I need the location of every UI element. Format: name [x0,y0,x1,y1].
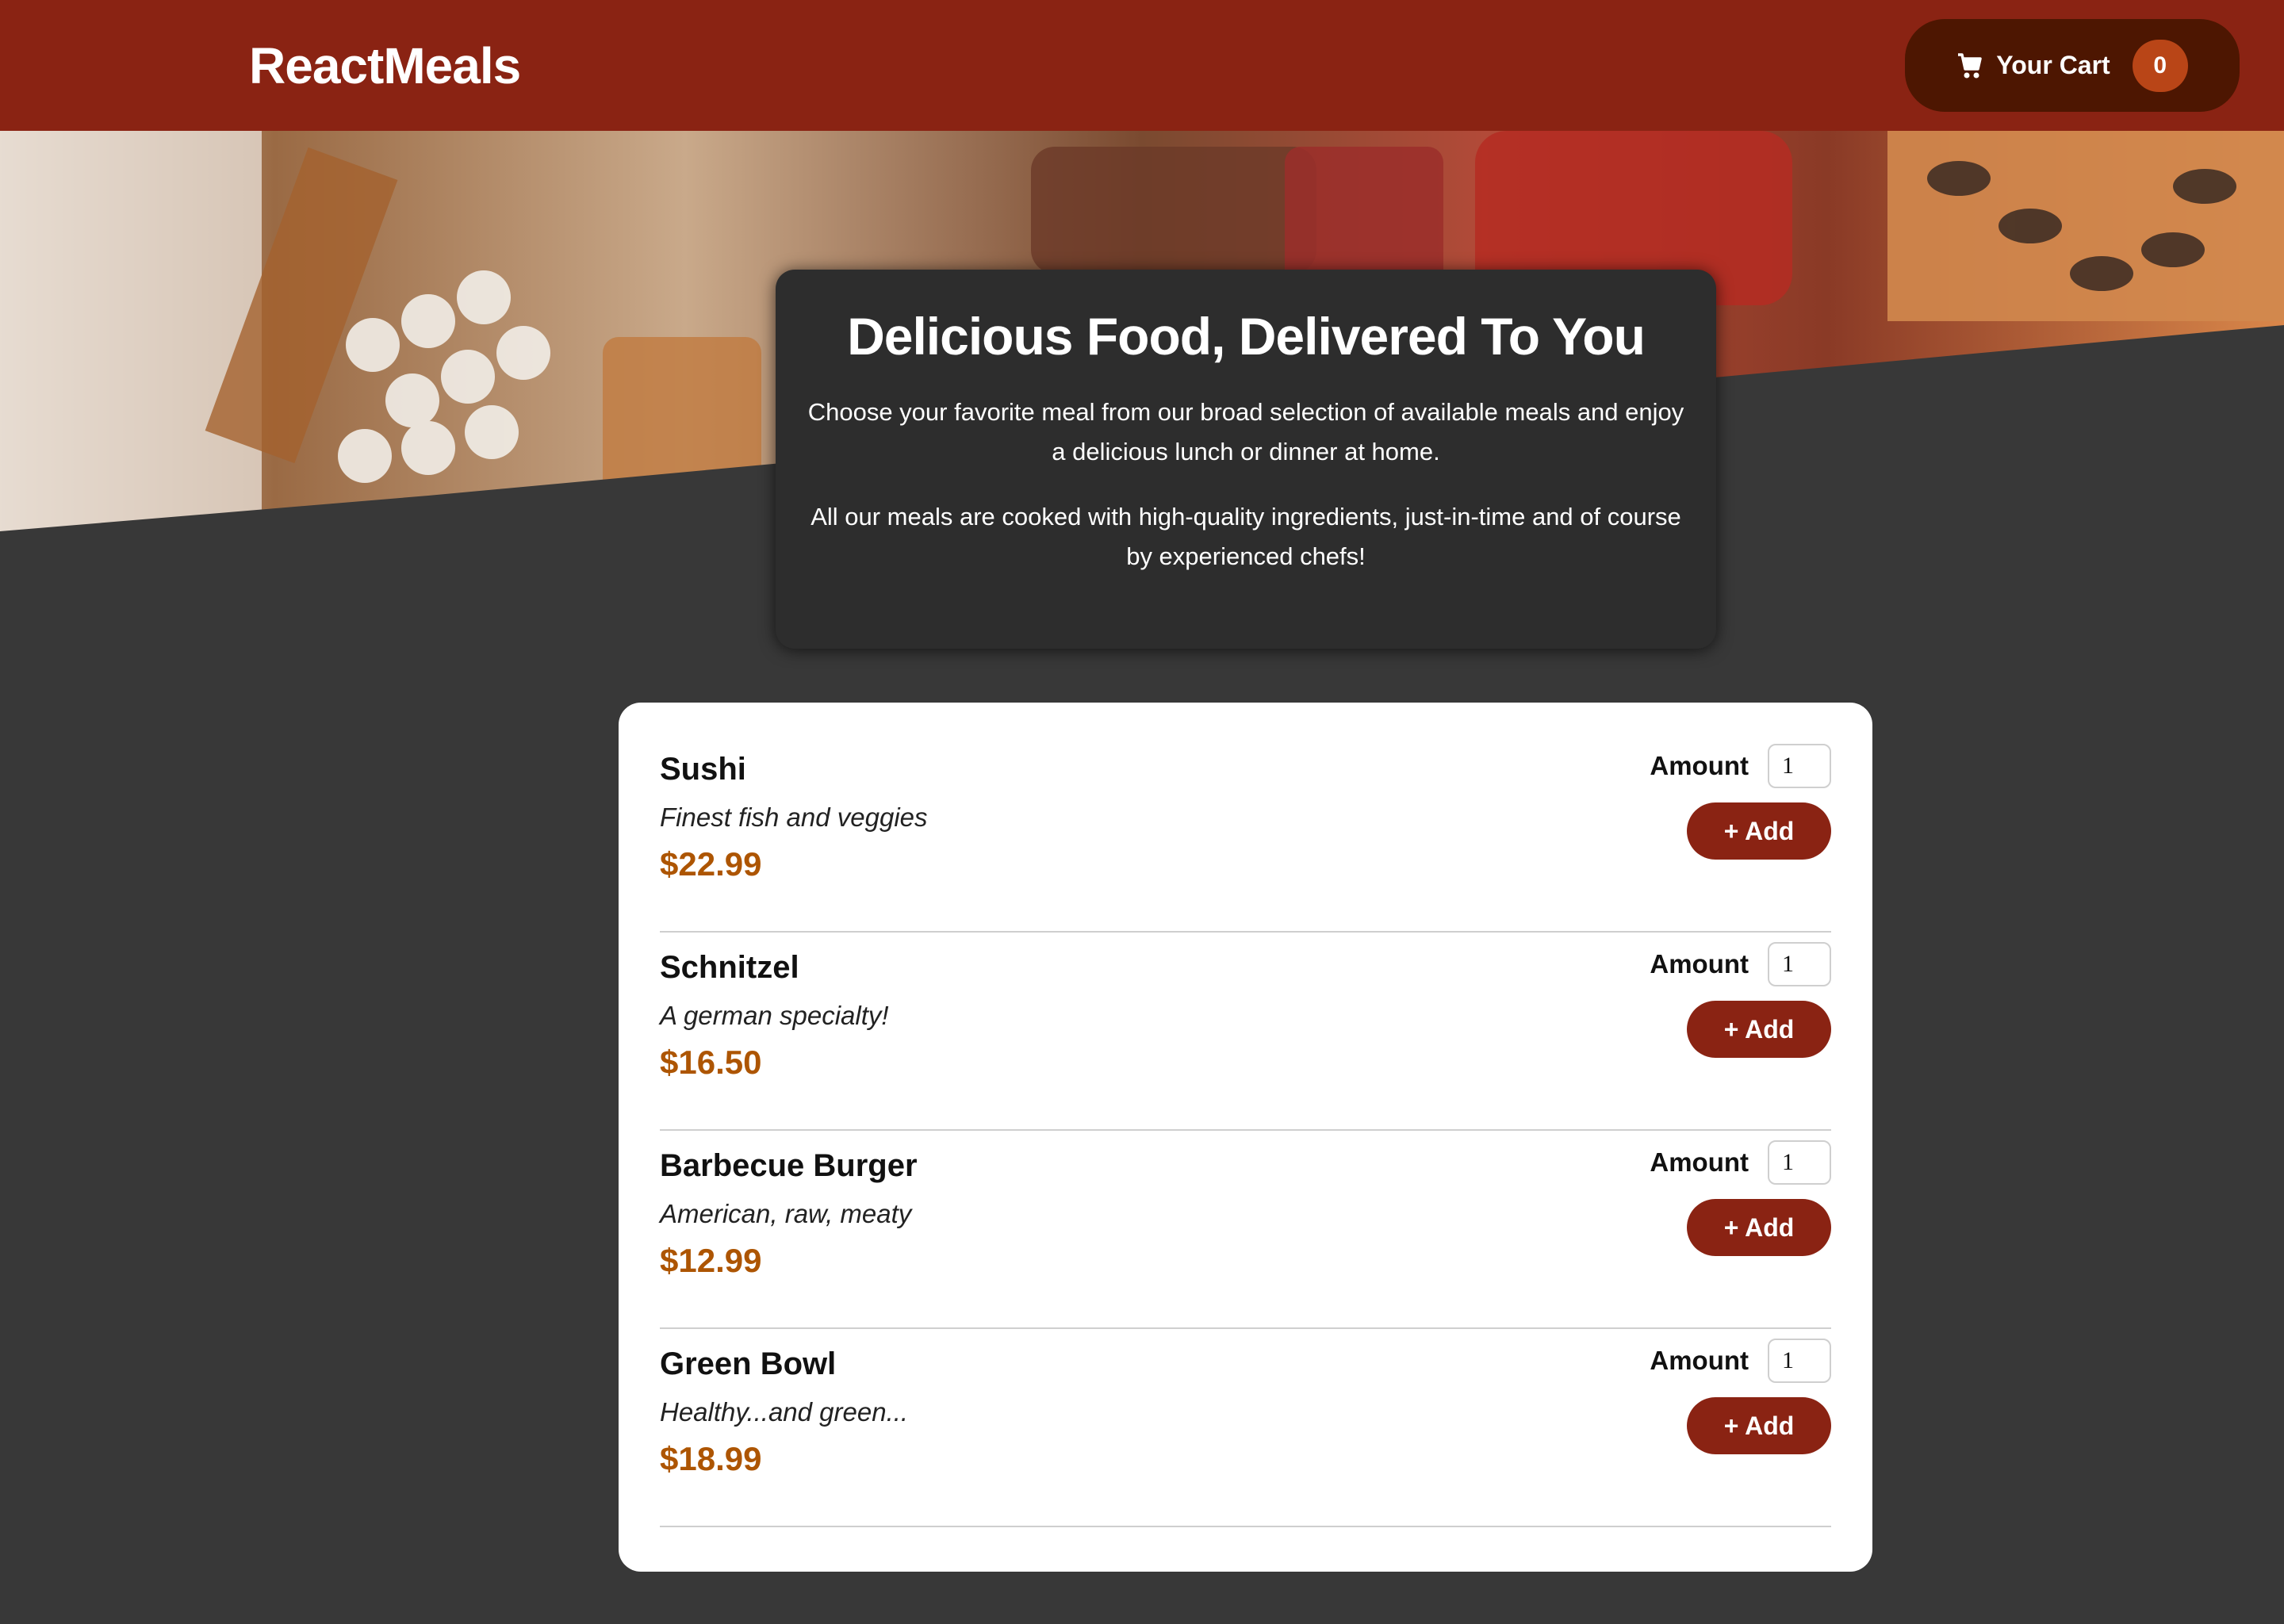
summary-card: Delicious Food, Delivered To You Choose … [776,270,1716,649]
amount-input[interactable] [1768,1339,1831,1383]
meal-item: Schnitzel A german specialty! $16.50 Amo… [660,933,1831,1131]
amount-row: Amount [1650,1140,1831,1185]
cart-label: Your Cart [1996,51,2110,79]
meal-name: Green Bowl [660,1346,837,1381]
amount-label: Amount [1650,1147,1749,1177]
add-button[interactable]: + Add [1687,802,1831,860]
meal-name: Barbecue Burger [660,1148,918,1183]
amount-label: Amount [1650,1346,1749,1375]
meal-description: Healthy...and green... [660,1397,909,1427]
meal-item: Green Bowl Healthy...and green... $18.99… [660,1329,1831,1527]
amount-label: Amount [1650,949,1749,979]
meal-description: Finest fish and veggies [660,802,928,832]
meal-price: $18.99 [660,1440,762,1477]
brand-title: ReactMeals [249,36,521,94]
cart-button[interactable]: Your Cart 0 [1905,19,2240,112]
amount-input[interactable] [1768,1140,1831,1185]
meal-description: A german specialty! [660,1001,889,1030]
meal-description: American, raw, meaty [660,1199,912,1228]
amount-input[interactable] [1768,744,1831,788]
meal-price: $12.99 [660,1242,762,1279]
meal-price: $22.99 [660,845,762,883]
shopping-cart-icon [1956,52,1983,80]
meal-name: Sushi [660,752,746,787]
add-button[interactable]: + Add [1687,1397,1831,1454]
summary-paragraph-2: All our meals are cooked with high-quali… [811,502,1681,570]
summary-paragraph-1: Choose your favorite meal from our broad… [807,397,1684,465]
cart-count-badge: 0 [2132,39,2188,92]
amount-label: Amount [1650,751,1749,780]
meal-item: Barbecue Burger American, raw, meaty $12… [660,1131,1831,1329]
add-button[interactable]: + Add [1687,1001,1831,1058]
amount-row: Amount [1650,942,1831,986]
meals-card: Sushi Finest fish and veggies $22.99 Amo… [619,703,1872,1572]
amount-row: Amount [1650,1339,1831,1383]
page: ReactMeals Your Cart 0 Delicious Food, D… [0,0,2284,1624]
meal-price: $16.50 [660,1044,762,1081]
meal-name: Schnitzel [660,950,799,985]
meal-item: Sushi Finest fish and veggies $22.99 Amo… [660,734,1831,933]
add-button[interactable]: + Add [1687,1199,1831,1256]
amount-row: Amount [1650,744,1831,788]
app-header: ReactMeals Your Cart 0 [0,0,2284,131]
amount-input[interactable] [1768,942,1831,986]
summary-title: Delicious Food, Delivered To You [847,307,1646,366]
